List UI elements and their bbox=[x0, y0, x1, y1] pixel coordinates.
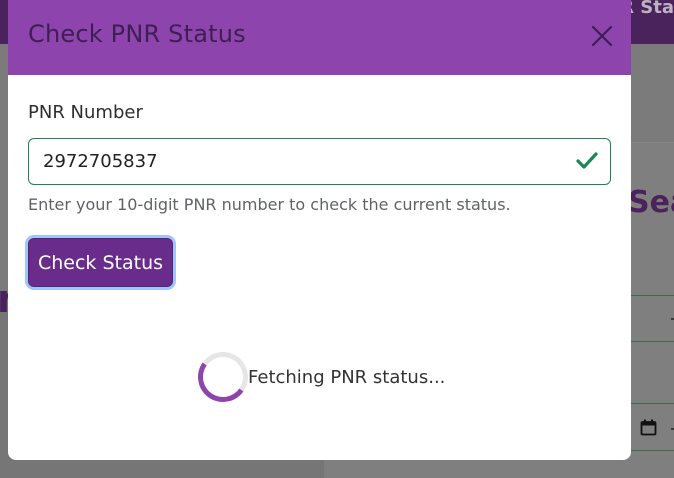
background-field-border bbox=[631, 450, 674, 451]
pnr-number-input[interactable] bbox=[43, 139, 563, 184]
background-search-title: Sear bbox=[628, 185, 674, 220]
modal-title: Check PNR Status bbox=[28, 20, 246, 48]
modal-header: Check PNR Status bbox=[8, 0, 631, 75]
check-status-button[interactable]: Check Status bbox=[28, 238, 173, 287]
spinner-icon bbox=[194, 348, 252, 406]
background-field-border bbox=[631, 403, 674, 404]
loading-indicator: Fetching PNR status... bbox=[194, 348, 446, 406]
background-field-border bbox=[631, 341, 674, 342]
pnr-number-label: PNR Number bbox=[28, 102, 143, 123]
loading-text: Fetching PNR status... bbox=[248, 366, 446, 388]
close-icon[interactable] bbox=[591, 25, 613, 47]
pnr-input-wrapper[interactable] bbox=[28, 138, 611, 185]
pnr-status-modal: Check PNR Status PNR Number Enter your 1… bbox=[8, 0, 631, 460]
pnr-help-text: Enter your 10-digit PNR number to check … bbox=[28, 195, 511, 214]
check-icon bbox=[576, 152, 598, 169]
background-field-border bbox=[631, 295, 674, 296]
calendar-icon bbox=[640, 419, 657, 436]
